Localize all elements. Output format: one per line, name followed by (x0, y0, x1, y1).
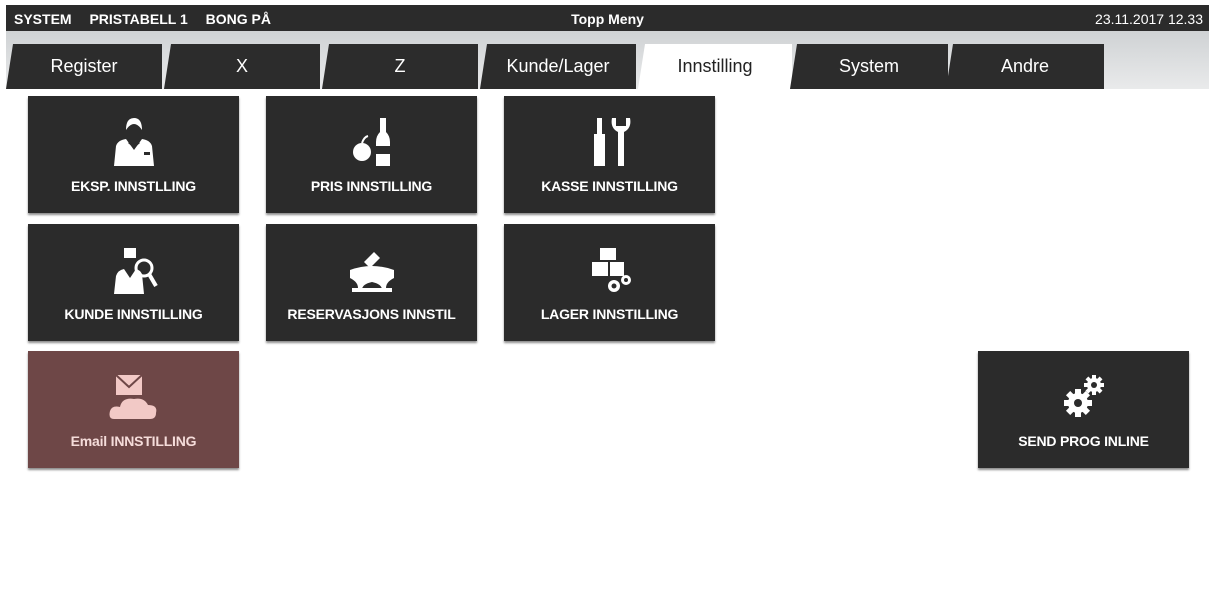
tile-label: KASSE INNSTILLING (541, 178, 678, 194)
tab-strip: Register X Z Kunde/Lager Innstilling Sys… (6, 31, 1209, 89)
tab-register[interactable]: Register (6, 44, 162, 89)
datetime: 23.11.2017 12.33 (1095, 11, 1203, 27)
tab-x[interactable]: X (164, 44, 320, 89)
tile-label: PRIS INNSTILLING (310, 178, 433, 194)
lager-innstilling-button[interactable]: LAGER INNSTILLING (504, 224, 715, 341)
kasse-innstilling-button[interactable]: KASSE INNSTILLING (504, 96, 715, 213)
kunde-innstilling-button[interactable]: KUNDE INNSTILLING (28, 224, 239, 341)
email-cloud-icon (28, 365, 239, 425)
tile-label: SEND PROG INLINE (1018, 433, 1149, 449)
tile-label: LAGER INNSTILLING (540, 306, 679, 322)
eksp-innstilling-button[interactable]: EKSP. INNSTLLING (28, 96, 239, 213)
tools-icon (504, 110, 715, 170)
pris-innstilling-button[interactable]: PRIS INNSTILLING (266, 96, 477, 213)
status-bar: SYSTEM PRISTABELL 1 BONG PÅ Topp Meny 23… (6, 5, 1209, 31)
customer-search-icon (28, 238, 239, 298)
waiter-icon (28, 110, 239, 170)
tab-z[interactable]: Z (322, 44, 478, 89)
table-reservation-icon (266, 238, 477, 298)
tab-innstilling[interactable]: Innstilling (638, 44, 792, 89)
tile-label: EKSP. INNSTLLING (71, 178, 196, 194)
warehouse-gear-icon (504, 238, 715, 298)
send-prog-inline-button[interactable]: SEND PROG INLINE (978, 351, 1189, 468)
tile-label: RESERVASJONS INNSTIL (287, 306, 456, 322)
email-innstilling-button[interactable]: Email INNSTILLING (28, 351, 239, 468)
tab-kunde-lager[interactable]: Kunde/Lager (480, 44, 636, 89)
page-title: Topp Meny (571, 11, 644, 27)
apple-bottle-icon (266, 110, 477, 170)
tile-label: KUNDE INNSTILLING (64, 306, 203, 322)
reservasjons-innstil-button[interactable]: RESERVASJONS INNSTIL (266, 224, 477, 341)
tab-andre[interactable]: Andre (946, 44, 1104, 89)
tile-label: Email INNSTILLING (70, 433, 197, 449)
tab-system[interactable]: System (790, 44, 948, 89)
gears-icon (978, 365, 1189, 425)
